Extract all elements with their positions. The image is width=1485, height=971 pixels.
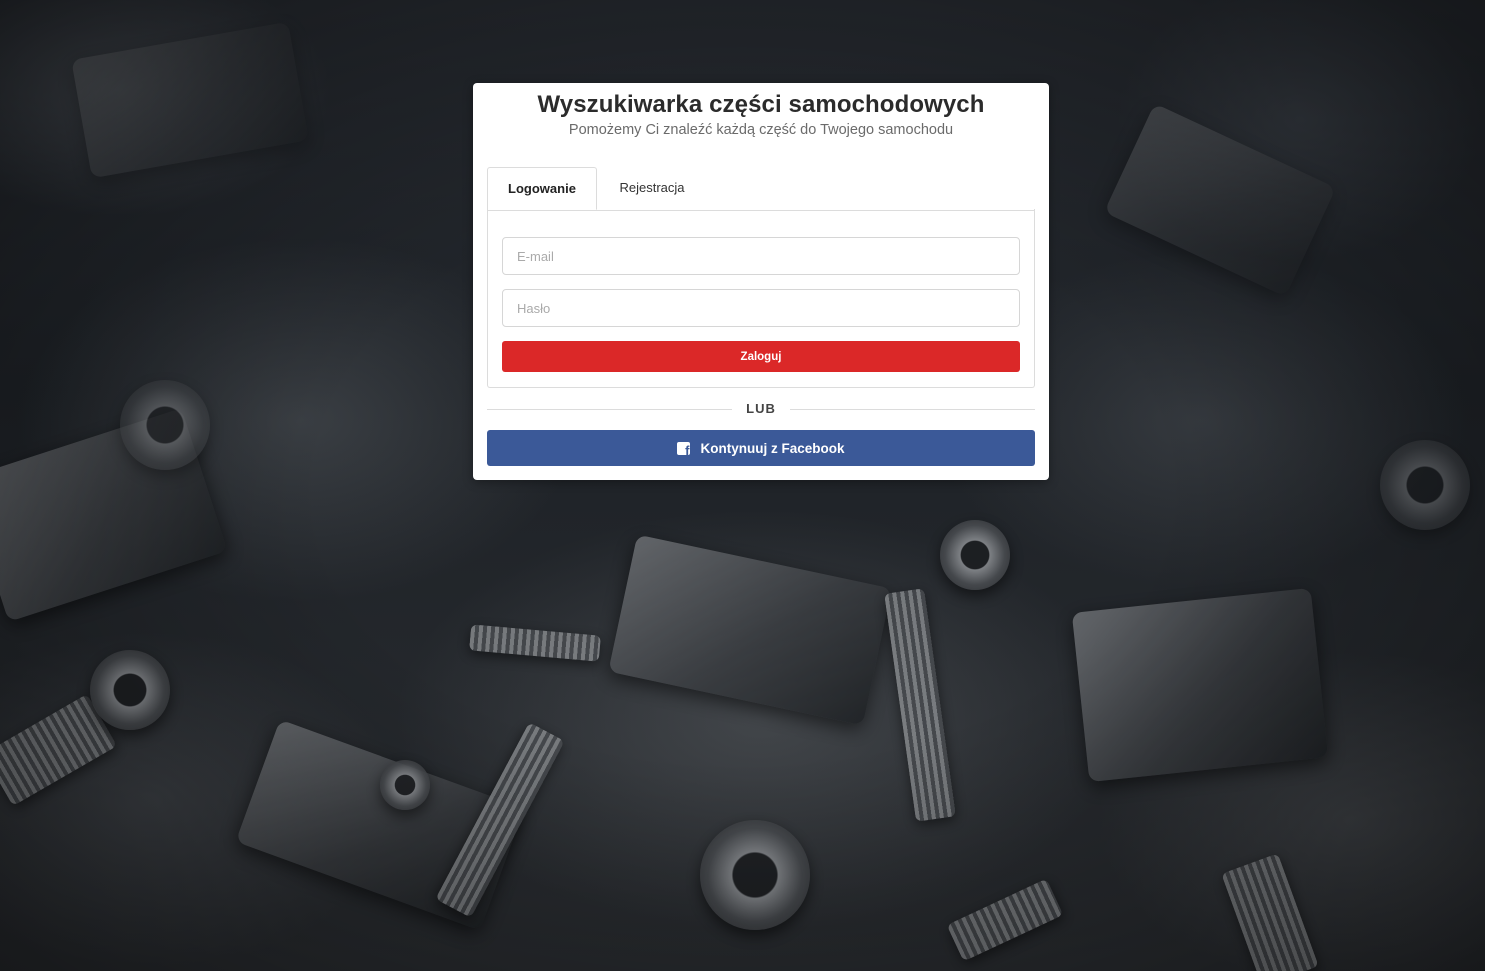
page-title: Wyszukiwarka części samochodowych bbox=[537, 91, 985, 118]
tab-login[interactable]: Logowanie bbox=[487, 167, 597, 210]
or-divider: LUB bbox=[487, 399, 1035, 419]
login-card: Wyszukiwarka części samochodowych Pomoże… bbox=[473, 83, 1049, 480]
facebook-icon: f bbox=[677, 441, 691, 457]
password-field[interactable] bbox=[502, 289, 1020, 327]
tab-register[interactable]: Rejestracja bbox=[603, 167, 701, 209]
facebook-login-button[interactable]: f Kontynuuj z Facebook bbox=[487, 430, 1035, 466]
login-button[interactable]: Zaloguj bbox=[502, 341, 1020, 372]
auth-tabs: Logowanie Rejestracja bbox=[487, 167, 1035, 211]
email-field[interactable] bbox=[502, 237, 1020, 275]
facebook-button-label: Kontynuuj z Facebook bbox=[700, 440, 845, 456]
divider-line-right bbox=[790, 409, 1035, 410]
page-subtitle: Pomożemy Ci znaleźć każdą część do Twoje… bbox=[568, 122, 954, 138]
login-panel: Zaloguj bbox=[487, 209, 1035, 388]
